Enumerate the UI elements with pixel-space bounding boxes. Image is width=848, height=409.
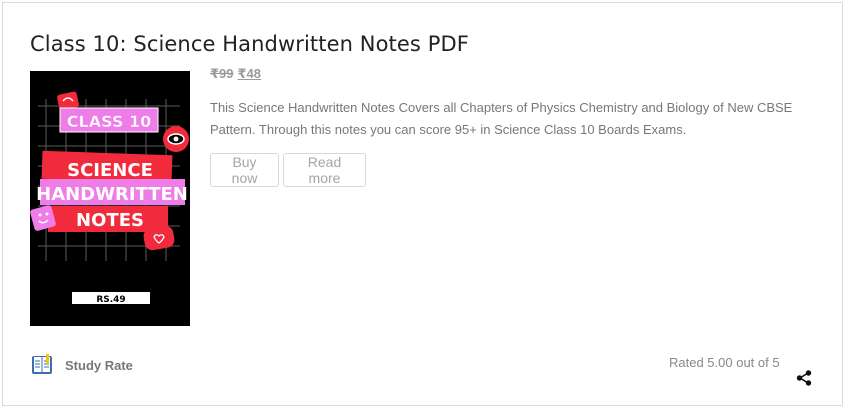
- sale-price: ₹48: [237, 66, 262, 81]
- product-title[interactable]: Class 10: Science Handwritten Notes PDF: [30, 32, 469, 56]
- seller-name: Study Rate: [65, 357, 133, 373]
- product-description: This Science Handwritten Notes Covers al…: [210, 100, 793, 137]
- svg-text:HANDWRITTEN: HANDWRITTEN: [36, 184, 188, 205]
- svg-text:RS.49: RS.49: [96, 295, 125, 305]
- svg-text:CLASS 10: CLASS 10: [67, 112, 151, 131]
- read-more-button[interactable]: Read more: [283, 153, 366, 187]
- cover-artwork: CLASS 10 SCIENCE HANDWRITTEN NOTES RS.49: [30, 71, 190, 326]
- rating-text: Rated 5.00 out of 5: [669, 355, 780, 370]
- svg-text:NOTES: NOTES: [76, 210, 144, 231]
- share-icon[interactable]: [795, 369, 813, 387]
- price: ₹99 ₹48: [210, 66, 261, 82]
- original-price: ₹99: [210, 66, 234, 81]
- product-cover-image[interactable]: CLASS 10 SCIENCE HANDWRITTEN NOTES RS.49: [30, 71, 190, 326]
- svg-text:SCIENCE: SCIENCE: [67, 160, 153, 181]
- buy-now-button[interactable]: Buy now: [210, 153, 279, 187]
- notebook-icon: [32, 354, 52, 374]
- eye-sticker-icon: [163, 126, 189, 152]
- product-card: Class 10: Science Handwritten Notes PDF: [2, 2, 843, 406]
- seller-info[interactable]: Study Rate: [30, 353, 133, 377]
